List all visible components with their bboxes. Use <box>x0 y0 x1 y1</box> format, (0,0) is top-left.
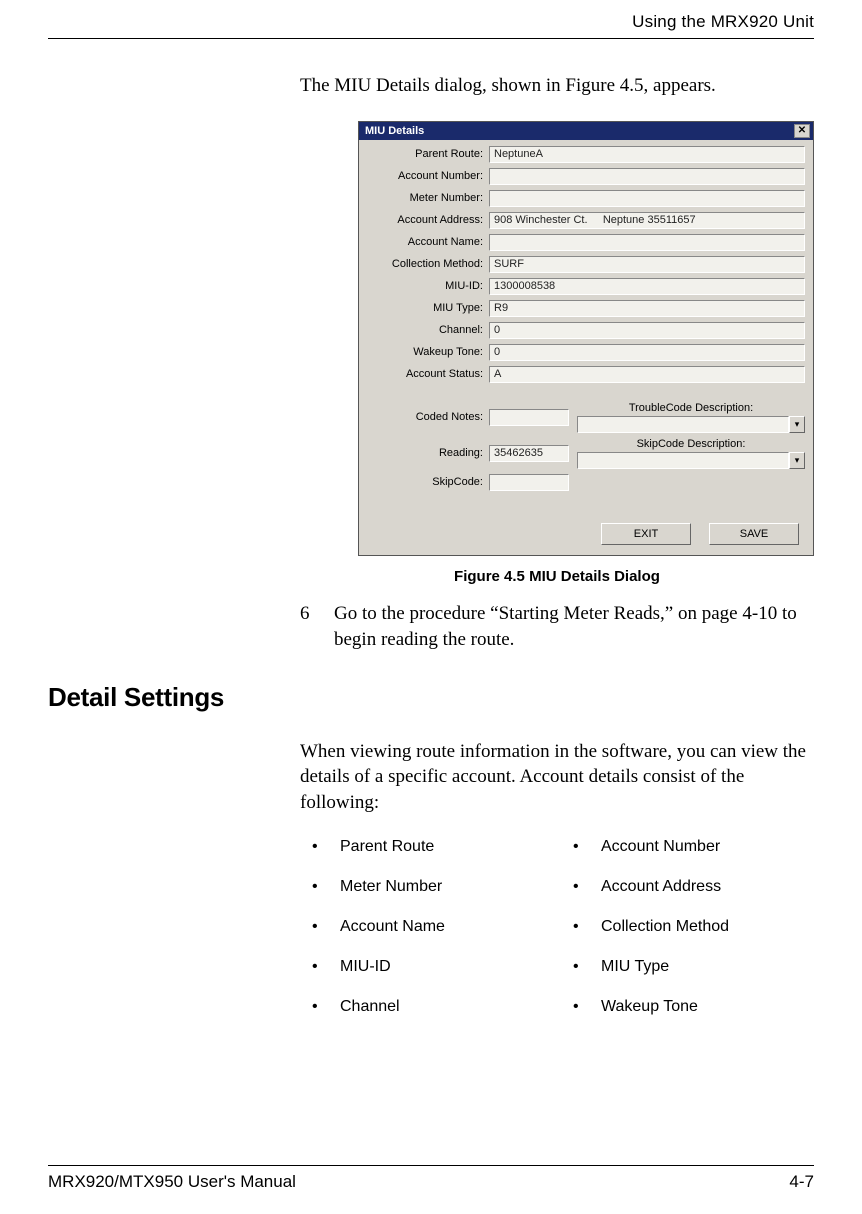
miu-type-input[interactable] <box>489 300 805 317</box>
account-name-label: Account Name: <box>367 236 489 248</box>
collection-method-label: Collection Method: <box>367 258 489 270</box>
chevron-down-icon[interactable]: ▾ <box>789 452 805 469</box>
miu-id-label: MIU-ID: <box>367 280 489 292</box>
account-address-label: Account Address: <box>367 214 489 226</box>
save-button[interactable]: SAVE <box>709 523 799 545</box>
bullet-text: Meter Number <box>340 878 442 896</box>
detail-settings-intro: When viewing route information in the so… <box>300 739 814 816</box>
step-number: 6 <box>300 601 334 654</box>
bullet-text: Account Number <box>601 838 720 856</box>
header-rule <box>48 38 814 39</box>
bullet-text: Channel <box>340 998 400 1016</box>
list-item: •Collection Method <box>573 918 814 936</box>
figure-4-5: MIU Details ✕ Parent Route: Account Numb… <box>358 121 814 556</box>
dialog-title: MIU Details <box>365 125 424 137</box>
bullet-text: Account Name <box>340 918 445 936</box>
chevron-down-icon[interactable]: ▾ <box>789 416 805 433</box>
bullet-text: Parent Route <box>340 838 434 856</box>
collection-method-input[interactable] <box>489 256 805 273</box>
channel-input[interactable] <box>489 322 805 339</box>
footer-page-number: 4-7 <box>789 1172 814 1192</box>
bullet-icon: • <box>573 958 601 976</box>
intro-paragraph: The MIU Details dialog, shown in Figure … <box>300 73 814 99</box>
bullet-text: Account Address <box>601 878 721 896</box>
bullet-text: Wakeup Tone <box>601 998 698 1016</box>
bullet-icon: • <box>312 918 340 936</box>
list-item: •Account Name <box>312 918 553 936</box>
list-item: •MIU Type <box>573 958 814 976</box>
coded-notes-label: Coded Notes: <box>367 411 489 423</box>
footer-rule <box>48 1165 814 1166</box>
list-item: •Account Address <box>573 878 814 896</box>
account-address-input[interactable] <box>489 212 805 229</box>
coded-notes-input[interactable] <box>489 409 569 426</box>
bullet-icon: • <box>573 838 601 856</box>
account-name-input[interactable] <box>489 234 805 251</box>
step-6: 6 Go to the procedure “Starting Meter Re… <box>300 601 814 654</box>
account-number-label: Account Number: <box>367 170 489 182</box>
miu-id-input[interactable] <box>489 278 805 295</box>
bullet-icon: • <box>573 998 601 1016</box>
troublecode-desc-input[interactable] <box>577 416 789 433</box>
step-text: Go to the procedure “Starting Meter Read… <box>334 601 814 654</box>
footer-manual-title: MRX920/MTX950 User's Manual <box>48 1172 296 1192</box>
detail-settings-heading: Detail Settings <box>48 682 814 713</box>
list-item: •MIU-ID <box>312 958 553 976</box>
dialog-titlebar: MIU Details ✕ <box>359 122 813 140</box>
account-status-label: Account Status: <box>367 368 489 380</box>
list-item: •Wakeup Tone <box>573 998 814 1016</box>
skipcode-input[interactable] <box>489 474 569 491</box>
close-icon[interactable]: ✕ <box>794 124 810 138</box>
parent-route-input[interactable] <box>489 146 805 163</box>
wakeup-tone-label: Wakeup Tone: <box>367 346 489 358</box>
bullet-text: MIU Type <box>601 958 669 976</box>
page-footer: MRX920/MTX950 User's Manual 4-7 <box>48 1165 814 1192</box>
list-item: •Parent Route <box>312 838 553 856</box>
exit-button[interactable]: EXIT <box>601 523 691 545</box>
skipcode-label: SkipCode: <box>367 476 489 488</box>
list-item: •Channel <box>312 998 553 1016</box>
bullet-icon: • <box>312 958 340 976</box>
bullet-text: Collection Method <box>601 918 729 936</box>
account-number-input[interactable] <box>489 168 805 185</box>
meter-number-label: Meter Number: <box>367 192 489 204</box>
running-header: Using the MRX920 Unit <box>48 12 814 38</box>
bullet-icon: • <box>312 838 340 856</box>
miu-type-label: MIU Type: <box>367 302 489 314</box>
list-item: •Account Number <box>573 838 814 856</box>
account-status-input[interactable] <box>489 366 805 383</box>
bullet-icon: • <box>573 918 601 936</box>
bullet-icon: • <box>573 878 601 896</box>
skipcode-desc-input[interactable] <box>577 452 789 469</box>
wakeup-tone-input[interactable] <box>489 344 805 361</box>
miu-details-dialog: MIU Details ✕ Parent Route: Account Numb… <box>358 121 814 556</box>
bullet-icon: • <box>312 998 340 1016</box>
figure-caption: Figure 4.5 MIU Details Dialog <box>300 568 814 585</box>
reading-input[interactable] <box>489 445 569 462</box>
list-item: •Meter Number <box>312 878 553 896</box>
reading-label: Reading: <box>367 447 489 459</box>
bullet-text: MIU-ID <box>340 958 391 976</box>
skipcode-desc-label: SkipCode Description: <box>577 438 805 450</box>
bullet-icon: • <box>312 878 340 896</box>
bullet-list: •Parent Route •Account Number •Meter Num… <box>312 838 814 1016</box>
meter-number-input[interactable] <box>489 190 805 207</box>
parent-route-label: Parent Route: <box>367 148 489 160</box>
troublecode-desc-label: TroubleCode Description: <box>577 402 805 414</box>
channel-label: Channel: <box>367 324 489 336</box>
